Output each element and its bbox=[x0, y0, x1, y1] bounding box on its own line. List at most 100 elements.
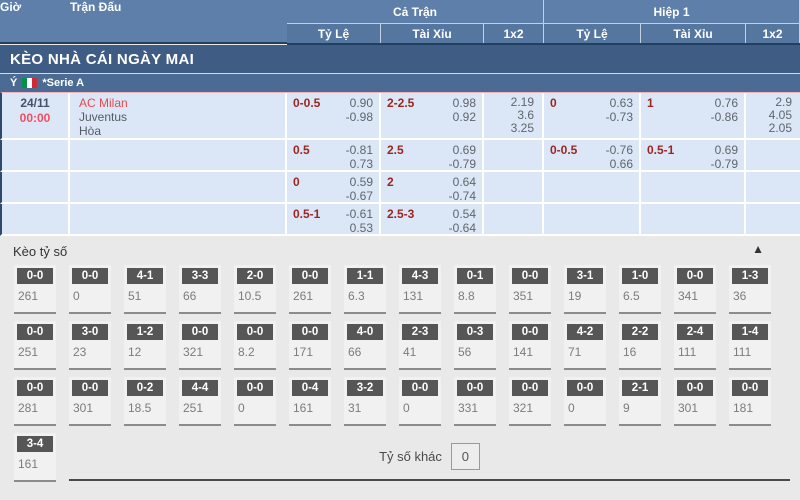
score-card[interactable]: 0-0301 bbox=[674, 377, 716, 426]
score-label: 0-3 bbox=[457, 324, 493, 340]
score-odds-value: 19 bbox=[564, 289, 606, 303]
score-card[interactable]: 0-00 bbox=[69, 265, 111, 314]
score-card[interactable]: 4-3131 bbox=[399, 265, 441, 314]
score-card[interactable]: 0-18.8 bbox=[454, 265, 496, 314]
score-card[interactable]: 0-0321 bbox=[179, 321, 221, 370]
score-label: 0-0 bbox=[402, 380, 438, 396]
score-label: 2-2 bbox=[622, 324, 658, 340]
score-label: 4-0 bbox=[347, 324, 383, 340]
h1-handicap-cell[interactable]: 0 0.63-0.73 bbox=[544, 93, 641, 138]
score-card[interactable]: 1-336 bbox=[729, 265, 771, 314]
other-score-box[interactable]: 0 bbox=[451, 443, 480, 470]
score-label: 0-0 bbox=[17, 380, 53, 396]
score-odds-value: 281 bbox=[14, 401, 56, 415]
score-card[interactable]: 0-0171 bbox=[289, 321, 331, 370]
match-time-cell: 24/11 00:00 bbox=[2, 93, 70, 138]
score-label: 0-1 bbox=[457, 268, 493, 284]
score-label: 3-3 bbox=[182, 268, 218, 284]
ft-overunder-cell[interactable]: 2-2.5 0.980.92 bbox=[381, 93, 484, 138]
score-card[interactable]: 4-151 bbox=[124, 265, 166, 314]
score-card[interactable]: 3-119 bbox=[564, 265, 606, 314]
match-teams-cell[interactable]: AC Milan Juventus Hòa bbox=[70, 93, 287, 138]
score-card[interactable]: 0-218.5 bbox=[124, 377, 166, 426]
ft-handicap-cell[interactable]: 0.5 -0.810.73 bbox=[287, 140, 381, 170]
score-card[interactable]: 1-16.3 bbox=[344, 265, 386, 314]
score-odds-value: 66 bbox=[179, 289, 221, 303]
score-card[interactable]: 3-023 bbox=[69, 321, 111, 370]
column-header-full-time: Cả Trận bbox=[287, 0, 544, 23]
score-card[interactable]: 0-0181 bbox=[729, 377, 771, 426]
correct-score-section: Kèo tỷ số ▲ 0-02610-004-1513-3662-010.50… bbox=[0, 236, 800, 482]
score-card[interactable]: 1-06.5 bbox=[619, 265, 661, 314]
score-card[interactable]: 4-4251 bbox=[179, 377, 221, 426]
h1-1x2-cell bbox=[746, 140, 800, 170]
score-card[interactable]: 3-4161 bbox=[14, 433, 56, 482]
match-time: 00:00 bbox=[8, 111, 62, 126]
score-card[interactable]: 0-00 bbox=[234, 377, 276, 426]
score-odds-value: 18.5 bbox=[124, 401, 166, 415]
score-card[interactable]: 0-0301 bbox=[69, 377, 111, 426]
score-odds-value: 161 bbox=[289, 401, 331, 415]
score-card[interactable]: 0-356 bbox=[454, 321, 496, 370]
score-card[interactable]: 0-0261 bbox=[14, 265, 56, 314]
score-card[interactable]: 0-0351 bbox=[509, 265, 551, 314]
score-card[interactable]: 0-0281 bbox=[14, 377, 56, 426]
ft-overunder-cell[interactable]: 2 0.64-0.74 bbox=[381, 172, 484, 202]
score-label: 2-3 bbox=[402, 324, 438, 340]
score-card[interactable]: 0-0321 bbox=[509, 377, 551, 426]
score-label: 0-0 bbox=[237, 324, 273, 340]
score-card[interactable]: 2-19 bbox=[619, 377, 661, 426]
score-card[interactable]: 0-0141 bbox=[509, 321, 551, 370]
score-label: 3-2 bbox=[347, 380, 383, 396]
score-label: 4-4 bbox=[182, 380, 218, 396]
score-label: 1-1 bbox=[347, 268, 383, 284]
score-card[interactable]: 0-4161 bbox=[289, 377, 331, 426]
ft-handicap-cell[interactable]: 0-0.5 0.90-0.98 bbox=[287, 93, 381, 138]
score-card[interactable]: 1-4111 bbox=[729, 321, 771, 370]
h1-overunder-cell[interactable]: 0.5-1 0.69-0.79 bbox=[641, 140, 746, 170]
score-card[interactable]: 0-08.2 bbox=[234, 321, 276, 370]
h1-handicap-cell bbox=[544, 172, 641, 202]
other-score-label: Tỷ số khác bbox=[379, 449, 442, 464]
h1-1x2-cell[interactable]: 2.94.052.05 bbox=[746, 93, 800, 138]
score-odds-value: 341 bbox=[674, 289, 716, 303]
ft-1x2-cell[interactable]: 2.193.63.25 bbox=[484, 93, 544, 138]
score-odds-value: 351 bbox=[509, 289, 551, 303]
ft-overunder-cell[interactable]: 2.5 0.69-0.79 bbox=[381, 140, 484, 170]
score-label: 0-4 bbox=[292, 380, 328, 396]
collapse-arrow-icon[interactable]: ▲ bbox=[752, 242, 764, 256]
score-card[interactable]: 0-0251 bbox=[14, 321, 56, 370]
score-card[interactable]: 0-00 bbox=[564, 377, 606, 426]
score-card[interactable]: 0-00 bbox=[399, 377, 441, 426]
score-card[interactable]: 0-0341 bbox=[674, 265, 716, 314]
score-card[interactable]: 4-271 bbox=[564, 321, 606, 370]
score-card[interactable]: 4-066 bbox=[344, 321, 386, 370]
home-team: AC Milan bbox=[79, 96, 279, 110]
h1-overunder-cell[interactable]: 1 0.76-0.86 bbox=[641, 93, 746, 138]
score-label: 2-4 bbox=[677, 324, 713, 340]
column-header-ft-overunder: Tài Xỉu bbox=[381, 24, 484, 43]
score-label: 3-0 bbox=[72, 324, 108, 340]
score-card[interactable]: 0-0261 bbox=[289, 265, 331, 314]
score-odds-value: 321 bbox=[179, 345, 221, 359]
score-card[interactable]: 2-010.5 bbox=[234, 265, 276, 314]
league-bar[interactable]: Ý *Serie A bbox=[0, 73, 800, 92]
h1-handicap-cell[interactable]: 0-0.5 -0.760.66 bbox=[544, 140, 641, 170]
score-card[interactable]: 2-341 bbox=[399, 321, 441, 370]
ft-handicap-cell[interactable]: 0 0.59-0.67 bbox=[287, 172, 381, 202]
column-header-h1-handicap: Tỷ Lệ bbox=[544, 24, 641, 43]
ft-overunder-cell[interactable]: 2.5-3 0.54-0.64 bbox=[381, 204, 484, 234]
ft-handicap-cell[interactable]: 0.5-1 -0.610.53 bbox=[287, 204, 381, 234]
score-card[interactable]: 1-212 bbox=[124, 321, 166, 370]
h1-1x2-cell bbox=[746, 204, 800, 234]
away-team: Juventus bbox=[79, 110, 279, 124]
score-card[interactable]: 0-0331 bbox=[454, 377, 496, 426]
score-label: 0-0 bbox=[182, 324, 218, 340]
score-card[interactable]: 3-231 bbox=[344, 377, 386, 426]
score-odds-value: 331 bbox=[454, 401, 496, 415]
score-card[interactable]: 2-216 bbox=[619, 321, 661, 370]
score-card-row: 0-02610-004-1513-3662-010.50-02611-16.34… bbox=[0, 265, 800, 314]
score-card[interactable]: 3-366 bbox=[179, 265, 221, 314]
score-card[interactable]: 2-4111 bbox=[674, 321, 716, 370]
handicap-line: 0 bbox=[550, 96, 557, 124]
